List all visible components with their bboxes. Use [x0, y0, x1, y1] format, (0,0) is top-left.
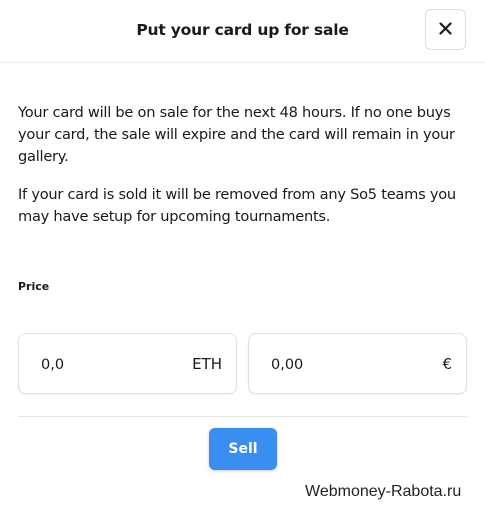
sale-duration-text: Your card will be on sale for the next 4… [18, 104, 455, 165]
close-icon [439, 20, 452, 39]
eth-unit-label: ETH [192, 355, 222, 373]
eth-price-value[interactable]: 0,0 [41, 357, 64, 373]
team-removal-text: If your card is sold it will be removed … [18, 186, 456, 225]
sell-card-dialog: Put your card up for sale Your card will… [0, 0, 485, 511]
dialog-header: Put your card up for sale [0, 0, 485, 63]
close-button[interactable] [425, 9, 466, 50]
eur-unit-label: € [442, 355, 452, 373]
price-label: Price [18, 280, 50, 293]
eur-price-value[interactable]: 0,00 [271, 357, 303, 373]
sell-button[interactable]: Sell [209, 428, 277, 470]
dialog-title: Put your card up for sale [136, 21, 349, 39]
watermark: Webmoney-Rabota.ru [305, 483, 462, 500]
divider [18, 416, 467, 417]
eth-price-input[interactable]: 0,0 ETH [18, 333, 237, 394]
eur-price-input[interactable]: 0,00 € [248, 333, 467, 394]
